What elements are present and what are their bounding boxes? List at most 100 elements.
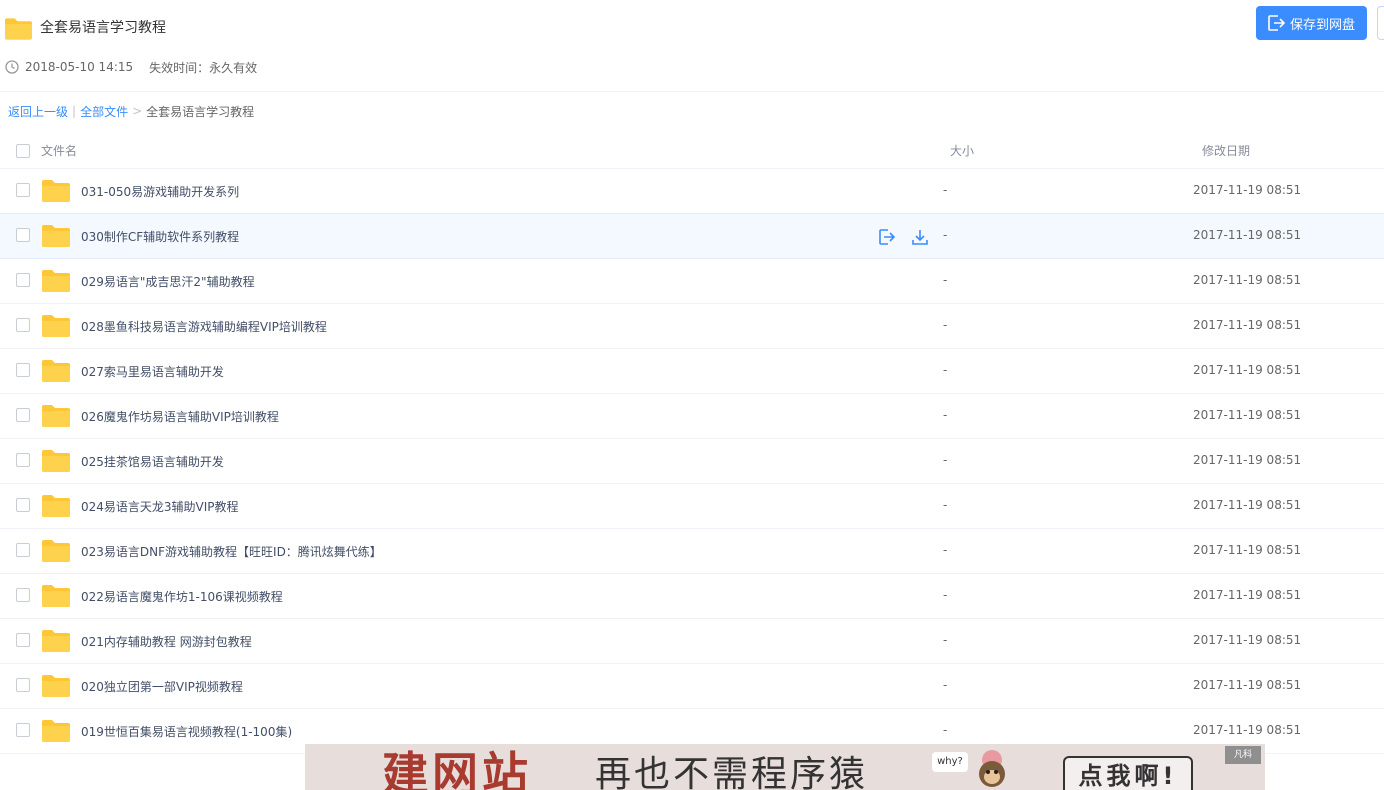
file-size: - — [943, 318, 948, 332]
row-checkbox[interactable] — [16, 318, 30, 332]
ad-headline: 建网站 — [382, 747, 532, 790]
column-date[interactable]: 修改日期 — [1202, 142, 1250, 159]
row-checkbox[interactable] — [16, 543, 30, 557]
folder-icon — [42, 630, 70, 652]
folder-icon — [42, 405, 70, 427]
row-checkbox[interactable] — [16, 453, 30, 467]
file-row[interactable]: 029易语言"成吉思汗2"辅助教程 - 2017-11-19 08:51 — [0, 259, 1384, 304]
save-button-label: 保存到网盘 — [1289, 17, 1355, 33]
file-size: - — [943, 633, 948, 647]
file-name[interactable]: 023易语言DNF游戏辅助教程【旺旺ID：腾讯炫舞代练】 — [81, 543, 382, 560]
file-row[interactable]: 030制作CF辅助软件系列教程 - 2017-11-19 08:51 — [0, 213, 1384, 259]
file-name[interactable]: 031-050易游戏辅助开发系列 — [81, 183, 239, 200]
file-size: - — [943, 228, 948, 242]
file-name[interactable]: 024易语言天龙3辅助VIP教程 — [81, 498, 239, 515]
file-name[interactable]: 021内存辅助教程 网游封包教程 — [81, 633, 252, 650]
file-date: 2017-11-19 08:51 — [1193, 318, 1302, 332]
file-name[interactable]: 027索马里易语言辅助开发 — [81, 363, 224, 380]
file-size: - — [943, 723, 948, 737]
row-checkbox[interactable] — [16, 228, 30, 242]
file-name[interactable]: 025挂茶馆易语言辅助开发 — [81, 453, 224, 470]
file-size: - — [943, 183, 948, 197]
ad-cta-button[interactable]: 点我啊! — [1063, 756, 1193, 790]
ad-banner[interactable]: 建网站 再也不需程序猿 why? 点我啊! 凡科 — [305, 744, 1265, 790]
row-checkbox[interactable] — [16, 678, 30, 692]
file-row[interactable]: 023易语言DNF游戏辅助教程【旺旺ID：腾讯炫舞代练】 - 2017-11-19 … — [0, 529, 1384, 574]
row-checkbox[interactable] — [16, 633, 30, 647]
share-meta: 2018-05-10 14:15 失效时间：永久有效 — [5, 58, 257, 76]
file-row[interactable]: 026魔鬼作坊易语言辅助VIP培训教程 - 2017-11-19 08:51 — [0, 394, 1384, 439]
file-size: - — [943, 588, 948, 602]
back-link[interactable]: 返回上一级 — [8, 103, 68, 120]
share-icon[interactable] — [877, 227, 897, 247]
folder-icon — [42, 225, 70, 247]
select-all-checkbox[interactable] — [16, 144, 30, 158]
file-row[interactable]: 024易语言天龙3辅助VIP教程 - 2017-11-19 08:51 — [0, 484, 1384, 529]
row-checkbox[interactable] — [16, 183, 30, 197]
expire-text: 失效时间：永久有效 — [149, 60, 258, 75]
row-checkbox[interactable] — [16, 273, 30, 287]
file-date: 2017-11-19 08:51 — [1193, 588, 1302, 602]
file-size: - — [943, 498, 948, 512]
file-size: - — [943, 678, 948, 692]
monkey-icon — [979, 750, 1005, 787]
folder-icon — [42, 675, 70, 697]
row-checkbox[interactable] — [16, 408, 30, 422]
file-row[interactable]: 020独立团第一部VIP视频教程 - 2017-11-19 08:51 — [0, 664, 1384, 709]
file-date: 2017-11-19 08:51 — [1193, 273, 1302, 287]
breadcrumb-current: 全套易语言学习教程 — [146, 104, 255, 119]
download-icon[interactable] — [910, 227, 930, 247]
file-date: 2017-11-19 08:51 — [1193, 498, 1302, 512]
folder-icon — [5, 18, 32, 40]
file-row[interactable]: 028墨鱼科技易语言游戏辅助编程VIP培训教程 - 2017-11-19 08:51 — [0, 304, 1384, 349]
row-checkbox[interactable] — [16, 723, 30, 737]
all-files-link[interactable]: 全部文件 — [80, 103, 128, 120]
breadcrumb: 返回上一级 | 全部文件 > 全套易语言学习教程 — [8, 103, 254, 119]
column-name[interactable]: 文件名 — [41, 142, 77, 159]
folder-icon — [42, 360, 70, 382]
file-size: - — [943, 273, 948, 287]
file-row[interactable]: 025挂茶馆易语言辅助开发 - 2017-11-19 08:51 — [0, 439, 1384, 484]
breadcrumb-separator: | — [72, 104, 77, 118]
file-name[interactable]: 022易语言魔鬼作坊1-106课视频教程 — [81, 588, 283, 605]
ad-logo: 凡科 — [1225, 746, 1261, 764]
file-name[interactable]: 029易语言"成吉思汗2"辅助教程 — [81, 273, 255, 290]
row-checkbox[interactable] — [16, 363, 30, 377]
file-date: 2017-11-19 08:51 — [1193, 453, 1302, 467]
file-date: 2017-11-19 08:51 — [1193, 633, 1302, 647]
folder-icon — [42, 585, 70, 607]
file-size: - — [943, 453, 948, 467]
file-size: - — [943, 543, 948, 557]
file-name[interactable]: 020独立团第一部VIP视频教程 — [81, 678, 243, 695]
save-to-disk-button[interactable]: 保存到网盘 — [1256, 6, 1367, 40]
breadcrumb-separator: > — [132, 104, 143, 118]
file-row[interactable]: 022易语言魔鬼作坊1-106课视频教程 - 2017-11-19 08:51 — [0, 574, 1384, 619]
file-date: 2017-11-19 08:51 — [1193, 408, 1302, 422]
row-checkbox[interactable] — [16, 588, 30, 602]
ad-bubble: why? — [932, 752, 968, 772]
more-button[interactable] — [1377, 6, 1384, 40]
folder-icon — [42, 720, 70, 742]
share-header: 全套易语言学习教程 2018-05-10 14:15 失效时间：永久有效 保存到… — [0, 0, 1384, 92]
folder-icon — [42, 495, 70, 517]
folder-icon — [42, 180, 70, 202]
file-row[interactable]: 021内存辅助教程 网游封包教程 - 2017-11-19 08:51 — [0, 619, 1384, 664]
file-name[interactable]: 019世恒百集易语言视频教程(1-100集) — [81, 723, 292, 740]
file-row[interactable]: 031-050易游戏辅助开发系列 - 2017-11-19 08:51 — [0, 169, 1384, 214]
file-row[interactable]: 027索马里易语言辅助开发 - 2017-11-19 08:51 — [0, 349, 1384, 394]
folder-icon — [42, 270, 70, 292]
save-icon — [1268, 15, 1286, 31]
share-date: 2018-05-10 14:15 — [25, 60, 134, 74]
page-title: 全套易语言学习教程 — [40, 20, 166, 36]
file-date: 2017-11-19 08:51 — [1193, 678, 1302, 692]
file-date: 2017-11-19 08:51 — [1193, 183, 1302, 197]
file-name[interactable]: 028墨鱼科技易语言游戏辅助编程VIP培训教程 — [81, 318, 327, 335]
column-size[interactable]: 大小 — [950, 142, 974, 159]
clock-icon — [5, 60, 19, 74]
file-date: 2017-11-19 08:51 — [1193, 723, 1302, 737]
file-name[interactable]: 030制作CF辅助软件系列教程 — [81, 228, 239, 245]
file-list-header: 文件名 大小 修改日期 — [0, 130, 1384, 169]
row-checkbox[interactable] — [16, 498, 30, 512]
file-name[interactable]: 026魔鬼作坊易语言辅助VIP培训教程 — [81, 408, 279, 425]
file-size: - — [943, 408, 948, 422]
